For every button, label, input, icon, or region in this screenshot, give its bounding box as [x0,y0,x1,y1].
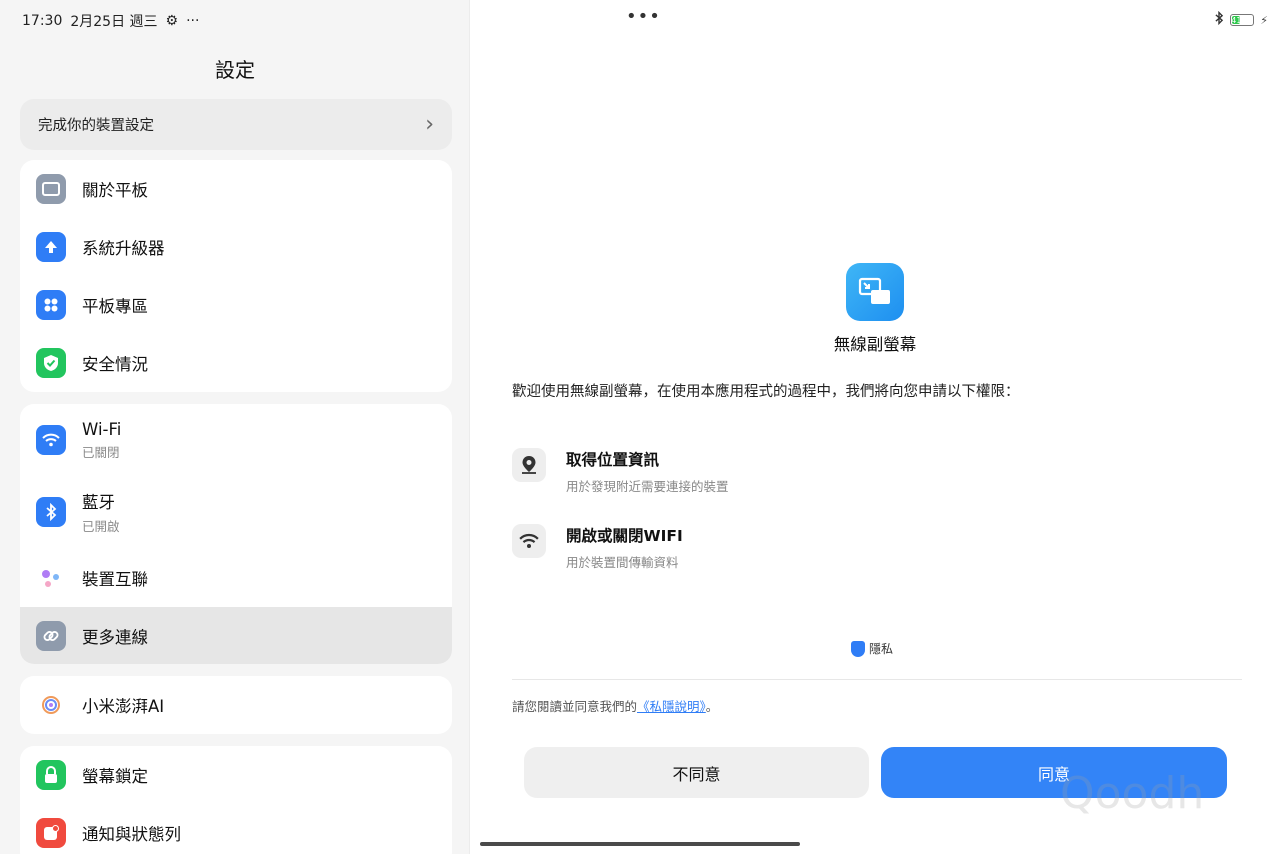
status-time: 17:30 [22,13,63,29]
permission-title: 取得位置資訊 [566,451,660,469]
consent-text: 請您閱讀並同意我們的《私隱說明》。 [512,696,718,715]
consent-suffix: 。 [705,699,719,714]
lock-icon [36,760,66,790]
battery-level: 41 [1231,15,1242,25]
grid-icon [36,290,66,320]
consent-prefix: 請您閱讀並同意我們的 [512,699,638,714]
sidebar-item-tablet-zone[interactable]: 平板專區 [20,276,452,334]
permission-description: 用於裝置間傳輸資料 [566,555,679,570]
battery-icon: 41 [1230,14,1255,26]
sidebar-item-label: 小米澎湃AI [82,697,165,716]
window-options-icon[interactable]: ••• [626,6,661,27]
sidebar-item-notifications[interactable]: 通知與狀態列 [20,804,452,854]
status-bar-right: 41 ⚡ [1214,10,1268,29]
sidebar-item-label: 關於平板 [82,181,148,200]
sidebar-item-about-tablet[interactable]: 關於平板 [20,160,452,218]
sidebar-item-system-update[interactable]: 系統升級器 [20,218,452,276]
watermark-logo: Qoodh [1060,768,1205,819]
upload-icon [36,232,66,262]
ai-icon [36,690,66,720]
settings-group-ai: 小米澎湃AI [20,676,452,734]
charging-icon: ⚡ [1260,13,1268,27]
sidebar-item-screen-lock[interactable]: 螢幕鎖定 [20,746,452,804]
privacy-policy-link[interactable]: 《私隱說明》 [637,699,706,714]
permission-description: 用於發現附近需要連接的裝置 [566,479,729,494]
status-bar-left: 17:30 2月25日 週三 ⚙ ··· [22,11,199,31]
sidebar-item-label: 裝置互聯 [82,570,148,589]
sidebar-item-security[interactable]: 安全情況 [20,334,452,392]
home-indicator[interactable] [480,842,800,846]
notification-icon [36,818,66,848]
sidebar-item-label: 通知與狀態列 [82,825,181,844]
settings-group-display: 螢幕鎖定 通知與狀態列 [20,746,452,854]
permission-title: 開啟或關閉WIFI [566,527,683,545]
sidebar-item-device-interconnect[interactable]: 裝置互聯 [20,549,452,607]
wifi-icon [36,425,66,455]
sidebar-item-label: 螢幕鎖定 [82,767,148,786]
status-date: 2月25日 週三 [70,14,158,30]
settings-gear-icon: ⚙ [165,13,179,29]
sidebar-item-label: 安全情況 [82,355,148,374]
sidebar-item-wifi[interactable]: Wi-Fi 已關閉 [20,408,452,472]
bluetooth-status-icon [1214,10,1224,29]
permission-intro-text: 歡迎使用無線副螢幕，在使用本應用程式的過程中，我們將向您申請以下權限： [512,384,1020,400]
privacy-link[interactable]: 隱私 [851,640,893,657]
wireless-display-app-icon [846,263,904,321]
bluetooth-icon [36,497,66,527]
link-icon [36,621,66,651]
page-title: 設定 [215,58,255,82]
privacy-shield-icon [851,640,865,657]
disagree-button[interactable]: 不同意 [524,747,869,798]
wifi-icon [512,524,546,558]
app-name: 無線副螢幕 [833,335,917,354]
status-more-icon: ··· [186,13,200,29]
settings-group-device: 關於平板 系統升級器 平板專區 安全情況 [20,160,452,392]
sidebar-item-label: Wi-Fi [82,419,122,439]
sidebar-item-xiaomi-ai[interactable]: 小米澎湃AI [20,676,452,734]
tablet-icon [36,174,66,204]
sidebar-item-label: 系統升級器 [82,239,165,258]
privacy-label: 隱私 [869,642,894,656]
sidebar-item-more-connections[interactable]: 更多連線 [20,607,452,664]
setup-prompt-label: 完成你的裝置設定 [38,118,154,134]
sidebar-item-label: 更多連線 [82,628,148,647]
divider [512,679,1242,680]
setup-prompt-card[interactable]: 完成你的裝置設定 › [20,99,452,150]
sidebar-item-label: 藍牙 [82,493,115,512]
bluetooth-status: 已開啟 [82,519,120,534]
permission-item-wifi: 開啟或關閉WIFI 用於裝置間傳輸資料 [512,524,683,571]
settings-pane: 17:30 2月25日 週三 ⚙ ··· 設定 完成你的裝置設定 › 關於平板 … [0,0,470,854]
sidebar-item-bluetooth[interactable]: 藍牙 已開啟 [20,480,452,544]
permission-item-location: 取得位置資訊 用於發現附近需要連接的裝置 [512,448,729,495]
interconnect-icon [36,563,66,593]
sidebar-item-label: 平板專區 [82,297,148,316]
shield-icon [36,348,66,378]
settings-group-connection: Wi-Fi 已關閉 藍牙 已開啟 裝置互聯 更多連線 [20,404,452,664]
location-icon [512,448,546,482]
chevron-right-icon: › [425,111,434,137]
wifi-status: 已關閉 [82,444,120,460]
